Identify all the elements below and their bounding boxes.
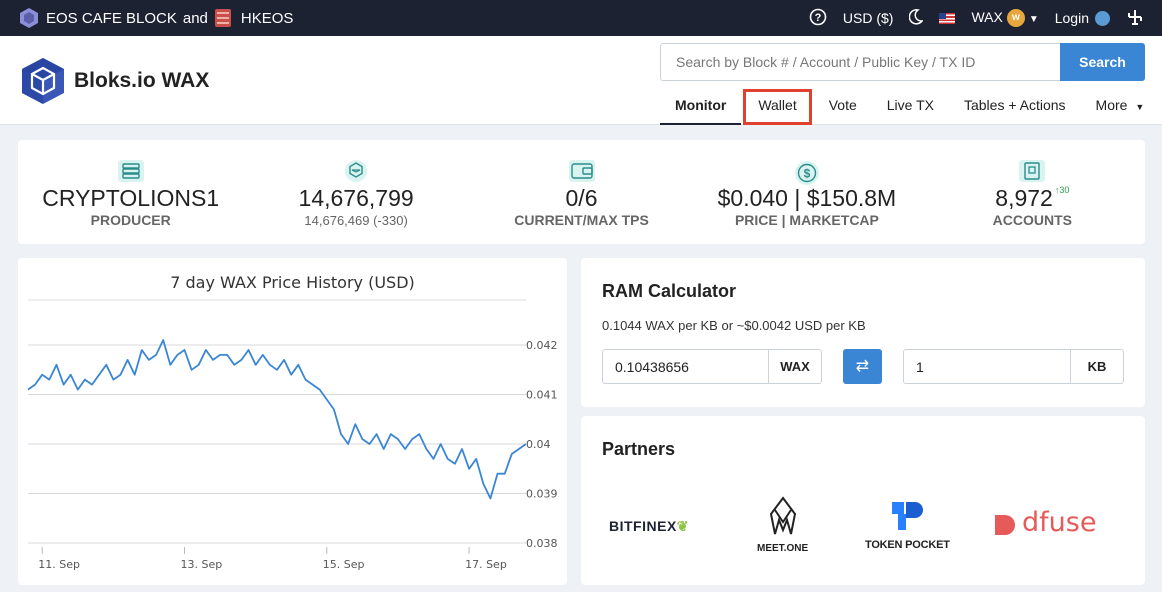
partner-bitfinex[interactable]: BITFINEX❦: [609, 518, 689, 535]
producer-name[interactable]: CRYPTOLIONS1: [18, 185, 243, 212]
partners-card: Partners BITFINEX❦ MEET.ONE TOKEN POCKET…: [581, 416, 1145, 585]
meetone-text: MEET.ONE: [757, 543, 809, 554]
blocks-icon: [343, 160, 369, 182]
bloks-cube-icon: [22, 58, 64, 104]
search-input[interactable]: [660, 43, 1060, 81]
producer-label: PRODUCER: [90, 212, 171, 228]
wax-input-group: WAX: [602, 349, 822, 384]
stat-block[interactable]: 14,676,799 14,676,469 (-330): [243, 140, 468, 244]
y-tick-label: 0.04: [526, 438, 551, 451]
price-series-line: [27, 339, 527, 500]
price-label: PRICE | MARKETCAP: [734, 212, 879, 228]
ram-converter: WAX ⇄ KB: [602, 349, 1124, 384]
tokenpocket-text: TOKEN POCKET: [865, 539, 950, 551]
partner-tokenpocket[interactable]: TOKEN POCKET: [865, 500, 950, 551]
stat-price: $ $0.040 | $150.8M PRICE | MARKETCAP: [694, 140, 919, 244]
site-logo[interactable]: Bloks.io WAX: [20, 56, 209, 106]
nav-wallet[interactable]: Wallet: [743, 89, 812, 125]
stat-accounts[interactable]: 8,972 ↑30 ACCOUNTS: [920, 140, 1145, 244]
dfuse-text: dfuse: [1022, 507, 1097, 538]
y-tick-label: 0.038: [526, 537, 558, 550]
wax-coin-icon: w: [1006, 9, 1025, 28]
accounts-icon: [1019, 160, 1046, 182]
ram-rate: 0.1044 WAX per KB or ~$0.0042 USD per KB: [602, 318, 866, 333]
irreversible-block: 14,676,469 (-330): [304, 213, 408, 228]
producer-left-link[interactable]: EOS CAFE BLOCK: [46, 10, 177, 27]
currency-selector[interactable]: USD ($): [843, 10, 894, 26]
logo-text: Bloks.io WAX: [74, 69, 210, 92]
hkeos-logo-icon: [213, 7, 235, 29]
price-marketcap: $0.040 | $150.8M: [717, 185, 897, 211]
y-tick-label: 0.039: [526, 488, 558, 501]
x-tick-label: 17. Sep: [465, 558, 507, 571]
svg-text:?: ?: [815, 12, 822, 24]
main-nav: Monitor Wallet Vote Live TX Tables + Act…: [660, 89, 1159, 125]
search-button[interactable]: Search: [1060, 43, 1145, 81]
anchor-icon[interactable]: [1126, 8, 1144, 29]
accounts-label: ACCOUNTS: [992, 212, 1072, 228]
nav-vote[interactable]: Vote: [814, 89, 872, 125]
network-label: WAX: [971, 8, 1003, 25]
svg-text:$: $: [804, 167, 811, 181]
price-chart-card: 7 day WAX Price History (USD) 0.038 0.039…: [18, 258, 567, 585]
stat-producer[interactable]: CRYPTOLIONS1 PRODUCER: [18, 140, 243, 244]
wax-unit: WAX: [768, 350, 821, 383]
partners-title: Partners: [602, 439, 676, 459]
login-label: Login: [1054, 9, 1089, 26]
y-tick-label: 0.041: [526, 389, 558, 402]
nav-tables-actions[interactable]: Tables + Actions: [949, 89, 1081, 125]
search-bar: Search: [660, 43, 1145, 81]
wax-amount-input[interactable]: [603, 350, 768, 383]
tps-label: CURRENT/MAX TPS: [514, 212, 649, 228]
us-flag-icon[interactable]: [939, 12, 956, 24]
header: Bloks.io WAX Search Monitor Wallet Vote …: [0, 36, 1162, 125]
chevron-down-icon: ▼: [1135, 102, 1145, 112]
accounts-count[interactable]: 8,972 ↑30: [920, 185, 1145, 212]
tps-value: 0/6: [565, 185, 598, 211]
price-chart[interactable]: 0.038 0.039 0.04 0.041 0.042 11. Sep 13. Sep 15…: [18, 258, 567, 585]
producer-right-link[interactable]: HKEOS: [241, 10, 294, 27]
x-tick-label: 11. Sep: [38, 558, 80, 571]
nav-monitor[interactable]: Monitor: [660, 89, 742, 125]
wallet-icon: [568, 160, 595, 182]
accounts-value: 8,972: [995, 185, 1053, 211]
eos-cafe-logo-icon: [18, 7, 40, 29]
top-bar: EOS CAFE BLOCK and HKEOS ? USD ($) WAX w ▼…: [0, 0, 1162, 36]
tokenpocket-logo-icon: [892, 502, 924, 530]
y-tick-label: 0.042: [526, 339, 558, 352]
bitfinex-leaf-icon: ❦: [676, 518, 690, 534]
nav-more[interactable]: More ▼: [1081, 89, 1160, 125]
kb-input-group: KB: [903, 349, 1124, 384]
accounts-delta: ↑30: [1054, 185, 1070, 195]
dollar-icon: $: [794, 160, 820, 185]
nav-more-label: More: [1095, 97, 1128, 113]
ram-calculator-card: RAM Calculator 0.1044 WAX per KB or ~$0.…: [581, 258, 1145, 407]
dfuse-logo-icon: [995, 514, 1015, 535]
kb-amount-input[interactable]: [904, 350, 1070, 383]
meetone-logo-icon: [769, 496, 796, 535]
kb-unit: KB: [1070, 350, 1123, 383]
bitfinex-text: BITFINEX: [609, 518, 677, 534]
login-button[interactable]: Login: [1055, 10, 1110, 27]
x-tick-label: 13. Sep: [181, 558, 223, 571]
partner-meetone[interactable]: MEET.ONE: [757, 496, 808, 554]
ram-title: RAM Calculator: [602, 281, 737, 301]
chevron-down-icon: ▼: [1028, 13, 1039, 25]
help-icon[interactable]: ?: [809, 8, 827, 29]
stat-tps: 0/6 CURRENT/MAX TPS: [469, 140, 694, 244]
stats-panel: CRYPTOLIONS1 PRODUCER 14,676,799 14,676,…: [18, 140, 1145, 244]
nav-live-tx[interactable]: Live TX: [872, 89, 949, 125]
dark-mode-moon-icon[interactable]: [909, 8, 925, 28]
network-selector[interactable]: WAX w ▼: [971, 8, 1039, 28]
scatter-icon: [1095, 11, 1110, 27]
producer-notice: EOS CAFE BLOCK and HKEOS: [18, 0, 293, 36]
head-block[interactable]: 14,676,799: [243, 185, 468, 212]
server-icon: [117, 160, 144, 182]
and-text: and: [182, 9, 208, 27]
swap-units-button[interactable]: ⇄: [843, 349, 882, 384]
x-tick-label: 15. Sep: [323, 558, 365, 571]
partner-dfuse[interactable]: dfuse: [993, 507, 1096, 538]
